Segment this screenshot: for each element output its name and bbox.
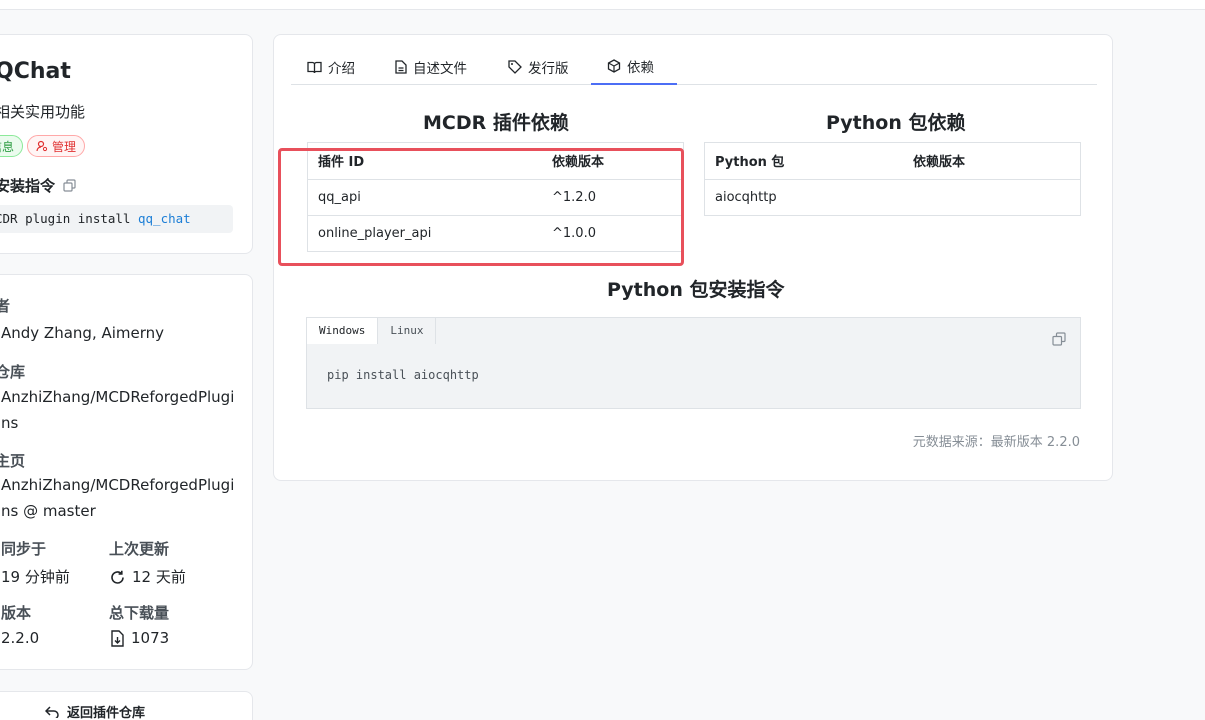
python-install-code-card: Windows Linux pip install aiocqhttp <box>306 317 1081 409</box>
plugin-meta-card: 者 Andy Zhang, Aimerny 仓库 AnzhiZhang/MCDR… <box>0 274 253 670</box>
tag-admin-label: 管理 <box>52 139 77 154</box>
tab-releases[interactable]: 发行版 <box>508 49 569 85</box>
synced-label: 同步于 <box>1 540 47 558</box>
homepage-label: 主页 <box>0 452 26 470</box>
tab-readme-label: 自述文件 <box>413 61 467 77</box>
copy-icon[interactable] <box>63 179 76 192</box>
synced-value: 19 分钟前 <box>1 568 70 586</box>
homepage-link-line1[interactable]: AnzhiZhang/MCDReforgedPlugi <box>1 476 234 494</box>
python-install-title: Python 包安装指令 <box>607 279 785 301</box>
version-label: 版本 <box>1 604 32 622</box>
highlight-box <box>278 148 684 266</box>
metadata-source-note: 元数据来源：最新版本 2.2.0 <box>912 435 1080 450</box>
tab-releases-label: 发行版 <box>528 61 569 77</box>
install-cmd-prefix: CDR plugin install <box>0 211 138 226</box>
downloads-value: 1073 <box>131 629 170 647</box>
plugin-tags: 信息 管理 <box>0 135 86 157</box>
tag-info[interactable]: 信息 <box>0 135 24 157</box>
plugin-title: QChat <box>0 59 71 84</box>
package-icon <box>607 59 621 73</box>
version-value: 2.2.0 <box>1 629 40 647</box>
tab-readme[interactable]: 自述文件 <box>395 49 467 85</box>
header-python-pkg: Python 包 <box>715 155 785 171</box>
updated-value: 12 天前 <box>132 568 186 586</box>
tag-icon <box>508 60 522 74</box>
os-tab-windows[interactable]: Windows <box>307 318 379 344</box>
install-label-text: 安装指令 <box>0 177 56 195</box>
book-icon <box>307 61 322 73</box>
downloads-label: 总下载量 <box>109 604 170 622</box>
plugin-description: 相关实用功能 <box>0 103 86 121</box>
install-command[interactable]: CDR plugin install qq_chat <box>0 205 233 233</box>
python-deps-table-wrap: Python 包 依赖版本 aiocqhttp <box>704 142 1081 216</box>
install-cmd-id: qq_chat <box>138 211 191 226</box>
mcdr-deps-title: MCDR 插件依赖 <box>423 112 569 134</box>
os-tabs: Windows Linux <box>307 318 437 344</box>
py-pkg-cell: aiocqhttp <box>705 178 903 215</box>
tag-admin[interactable]: 管理 <box>27 135 86 157</box>
repo-link-line1[interactable]: AnzhiZhang/MCDReforgedPlugi <box>1 388 234 406</box>
back-label: 返回插件仓库 <box>67 706 146 720</box>
repo-link-line2[interactable]: ns <box>1 414 18 432</box>
plugin-info-card: QChat 相关实用功能 信息 管理 安装指令 CDR plugin insta… <box>0 34 253 254</box>
refresh-icon <box>111 570 124 584</box>
repo-label: 仓库 <box>0 363 26 381</box>
updated-label: 上次更新 <box>109 540 170 558</box>
python-deps-table: Python 包 依赖版本 aiocqhttp <box>705 143 1080 215</box>
tab-intro-label: 介绍 <box>328 61 355 77</box>
install-command-label: 安装指令 <box>0 175 76 196</box>
homepage-link-line2[interactable]: ns @ master <box>1 502 96 520</box>
top-bar <box>0 0 1205 10</box>
tag-info-label: 信息 <box>0 139 15 154</box>
tab-dependencies[interactable]: 依赖 <box>591 49 677 85</box>
file-icon <box>395 60 407 74</box>
downloads-value-row: 1073 <box>109 629 169 647</box>
python-deps-title: Python 包依赖 <box>826 112 966 134</box>
table-header-row: Python 包 依赖版本 <box>705 143 1080 179</box>
tab-intro[interactable]: 介绍 <box>307 49 355 85</box>
pip-install-command[interactable]: pip install aiocqhttp <box>327 368 479 382</box>
authors-value: Andy Zhang, Aimerny <box>1 324 165 342</box>
table-row: aiocqhttp <box>705 178 1080 215</box>
updated-value-row: 12 天前 <box>109 566 186 587</box>
user-admin-icon <box>36 140 48 152</box>
file-download-icon <box>111 630 124 647</box>
header-py-dep-version: 依赖版本 <box>913 155 966 171</box>
back-to-repo-button[interactable]: 返回插件仓库 <box>45 702 145 720</box>
back-card[interactable]: 返回插件仓库 <box>0 691 253 720</box>
return-arrow-icon <box>45 705 59 718</box>
tab-bar: 介绍 自述文件 发行版 依赖 <box>291 49 1097 85</box>
authors-label: 者 <box>0 297 11 315</box>
py-version-cell <box>903 178 1080 215</box>
tab-dependencies-label: 依赖 <box>627 60 654 76</box>
copy-icon[interactable] <box>1052 332 1066 346</box>
os-tab-linux[interactable]: Linux <box>378 318 437 344</box>
